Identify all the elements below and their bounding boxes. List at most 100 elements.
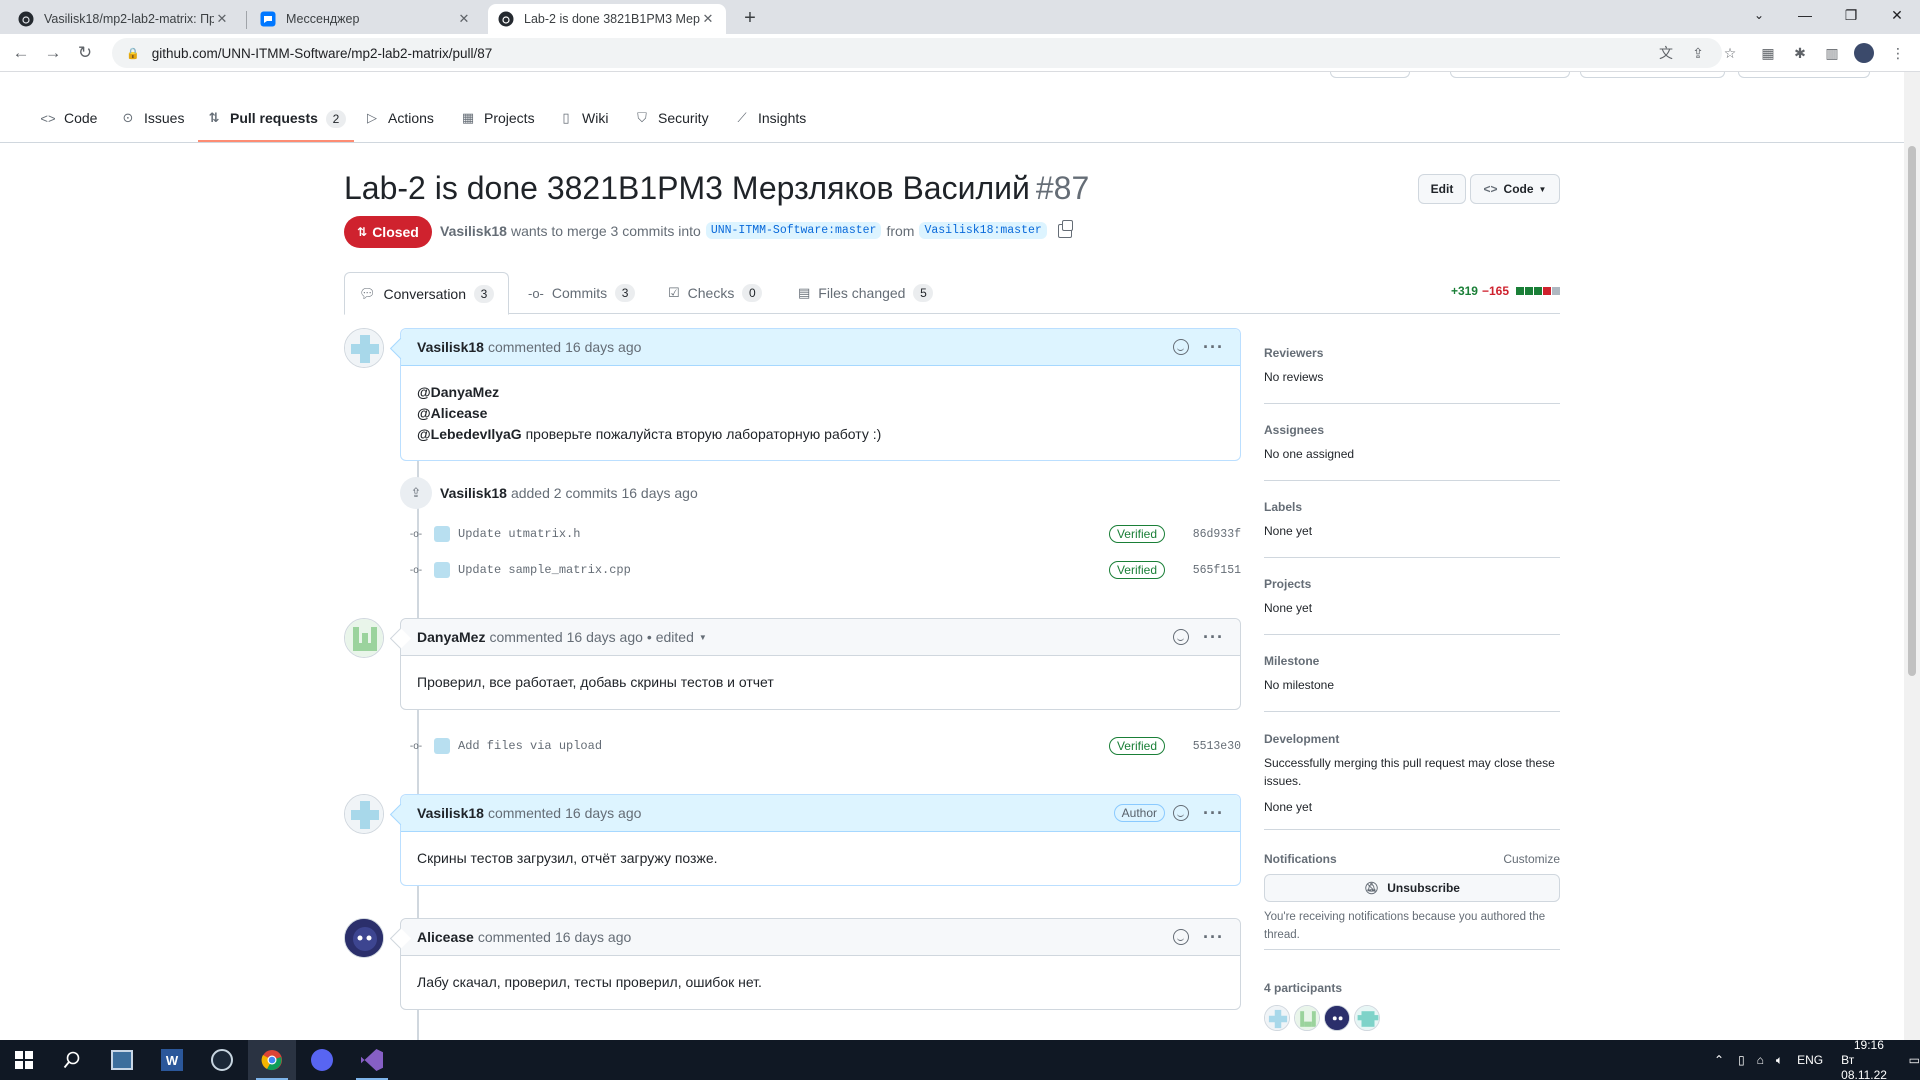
reload-button[interactable]: ↻ [72,41,98,65]
edited-dropdown[interactable]: • edited [647,629,694,645]
commit-message[interactable]: Update sample_matrix.cpp [458,563,1109,577]
tab-search-icon[interactable]: ⌄ [1736,0,1782,30]
repo-tab-wiki[interactable]: ▯ Wiki [558,106,608,142]
clock[interactable]: 19:16 Вт 08.11.22 [1841,1038,1897,1080]
comment-time[interactable]: 16 days ago [567,629,643,645]
minimize-button[interactable]: — [1782,0,1828,30]
user-mention[interactable]: @Alicease [417,405,487,421]
tab-checks[interactable]: ☑ Checks 0 [654,272,776,314]
repo-tab-pull-requests[interactable]: ⇅ Pull requests 2 [198,106,354,142]
sidebar-heading[interactable]: Labels [1264,500,1560,514]
bookmark-star-icon[interactable]: ☆ [1720,43,1740,63]
browser-tab[interactable]: Мессенджер ✕ [250,4,482,34]
sidebar-labels[interactable]: Labels None yet [1264,500,1560,558]
head-branch[interactable]: Vasilisk18:master [919,222,1047,239]
commit-author-avatar[interactable] [434,526,450,542]
repo-action-button[interactable] [1580,72,1725,78]
avatar[interactable] [344,618,384,658]
smiley-icon[interactable] [1173,339,1190,355]
commit-sha[interactable]: 86d933f [1183,528,1241,541]
side-panel-icon[interactable]: ▥ [1822,43,1842,63]
caret-down-icon[interactable]: ▼ [699,633,707,642]
repo-action-button[interactable] [1330,72,1410,78]
participant-avatar[interactable] [1264,1005,1290,1031]
commit-sha[interactable]: 5513e30 [1183,740,1241,753]
repo-tab-issues[interactable]: ⊙ Issues [120,106,185,142]
repo-tab-insights[interactable]: ⟋ Insights [734,106,806,142]
event-author[interactable]: Vasilisk18 [440,485,507,501]
commit-message[interactable]: Update utmatrix.h [458,527,1109,541]
user-mention[interactable]: @DanyaMez [417,384,499,400]
task-manager-icon[interactable] [98,1040,146,1080]
sidebar-reviewers[interactable]: Reviewers No reviews [1264,346,1560,404]
comment-author[interactable]: DanyaMez [417,629,485,645]
kebab-horizontal-icon[interactable]: ··· [1203,337,1224,358]
customize-link[interactable]: Customize [1503,852,1560,874]
smiley-icon[interactable] [1173,629,1190,645]
sidebar-heading[interactable]: Reviewers [1264,346,1560,360]
discord-icon[interactable] [298,1040,346,1080]
sidebar-heading[interactable]: Development [1264,732,1560,746]
back-button[interactable]: ← [8,41,34,65]
address-bar[interactable]: 🔒 github.com/UNN-ITMM-Software/mp2-lab2-… [112,38,1722,68]
word-icon[interactable]: W [148,1040,196,1080]
repo-tab-projects[interactable]: ▦ Projects [460,106,535,142]
smiley-icon[interactable] [1173,929,1190,945]
user-mention[interactable]: @LebedevIlyaG [417,426,522,442]
verified-badge[interactable]: Verified [1108,561,1165,579]
kebab-horizontal-icon[interactable]: ··· [1203,627,1224,648]
close-icon[interactable]: ✕ [214,11,230,27]
tab-conversation[interactable]: 💬︎ Conversation 3 [344,272,510,315]
browser-tab[interactable]: Vasilisk18/mp2-lab2-matrix: Про ✕ [8,4,240,34]
sidebar-milestone[interactable]: Milestone No milestone [1264,654,1560,712]
kebab-horizontal-icon[interactable]: ··· [1203,803,1224,824]
volume-icon[interactable]: 🔈︎ [1776,1053,1783,1068]
window-close-button[interactable]: ✕ [1874,0,1920,30]
sidebar-heading[interactable]: Assignees [1264,423,1560,437]
tab-commits[interactable]: -o- Commits 3 [514,272,649,314]
commit-author-avatar[interactable] [434,562,450,578]
browser-tab-active[interactable]: Lab-2 is done 3821B1PM3 Мерз ✕ [488,4,726,34]
page-scrollbar[interactable] [1904,72,1920,1040]
search-icon[interactable] [48,1040,96,1080]
commit-message[interactable]: Add files via upload [458,739,1109,753]
sidebar-heading[interactable]: Milestone [1264,654,1560,668]
windows-start-icon[interactable] [0,1040,48,1080]
participant-avatar[interactable] [1354,1005,1380,1031]
avatar[interactable] [344,918,384,958]
share-icon[interactable]: ⇪ [1688,43,1708,63]
avatar[interactable] [344,794,384,834]
repo-tab-security[interactable]: ⛉ Security [634,106,708,142]
edit-button[interactable]: Edit [1418,174,1466,204]
copy-icon[interactable] [1057,219,1073,238]
maximize-button[interactable]: ❐ [1828,0,1874,30]
code-button[interactable]: <> Code ▼ [1470,174,1560,204]
visual-studio-icon[interactable] [348,1040,396,1080]
notification-center-icon[interactable]: ▭ [1909,1053,1920,1067]
commit-author-avatar[interactable] [434,738,450,754]
extension-icon[interactable]: ▦ [1758,43,1778,63]
participant-avatar[interactable] [1324,1005,1350,1031]
close-icon[interactable]: ✕ [700,11,716,27]
base-branch[interactable]: UNN-ITMM-Software:master [705,222,882,239]
repo-tab-code[interactable]: <> Code [40,106,97,142]
forward-button[interactable]: → [40,41,66,65]
network-icon[interactable]: ⌂ [1757,1053,1764,1067]
chevron-up-icon[interactable]: ⌃ [1714,1053,1724,1067]
kebab-horizontal-icon[interactable]: ··· [1203,927,1224,948]
chrome-icon[interactable] [248,1040,296,1080]
commit-sha[interactable]: 565f151 [1183,564,1241,577]
profile-avatar[interactable] [1854,43,1874,63]
language-indicator[interactable]: ENG [1797,1053,1823,1067]
comment-author[interactable]: Alicease [417,929,474,945]
comment-author[interactable]: Vasilisk18 [417,339,484,355]
tab-files-changed[interactable]: ▤ Files changed 5 [784,272,947,314]
pr-author-link[interactable]: Vasilisk18 [440,223,507,239]
comment-time[interactable]: 16 days ago [555,929,631,945]
repo-action-button[interactable] [1450,72,1570,78]
avatar[interactable] [344,328,384,368]
device-icon[interactable]: ▯ [1738,1053,1745,1067]
unsubscribe-button[interactable]: 🔕︎ Unsubscribe [1264,874,1560,902]
verified-badge[interactable]: Verified [1108,525,1165,543]
comment-time[interactable]: 16 days ago [565,805,641,821]
